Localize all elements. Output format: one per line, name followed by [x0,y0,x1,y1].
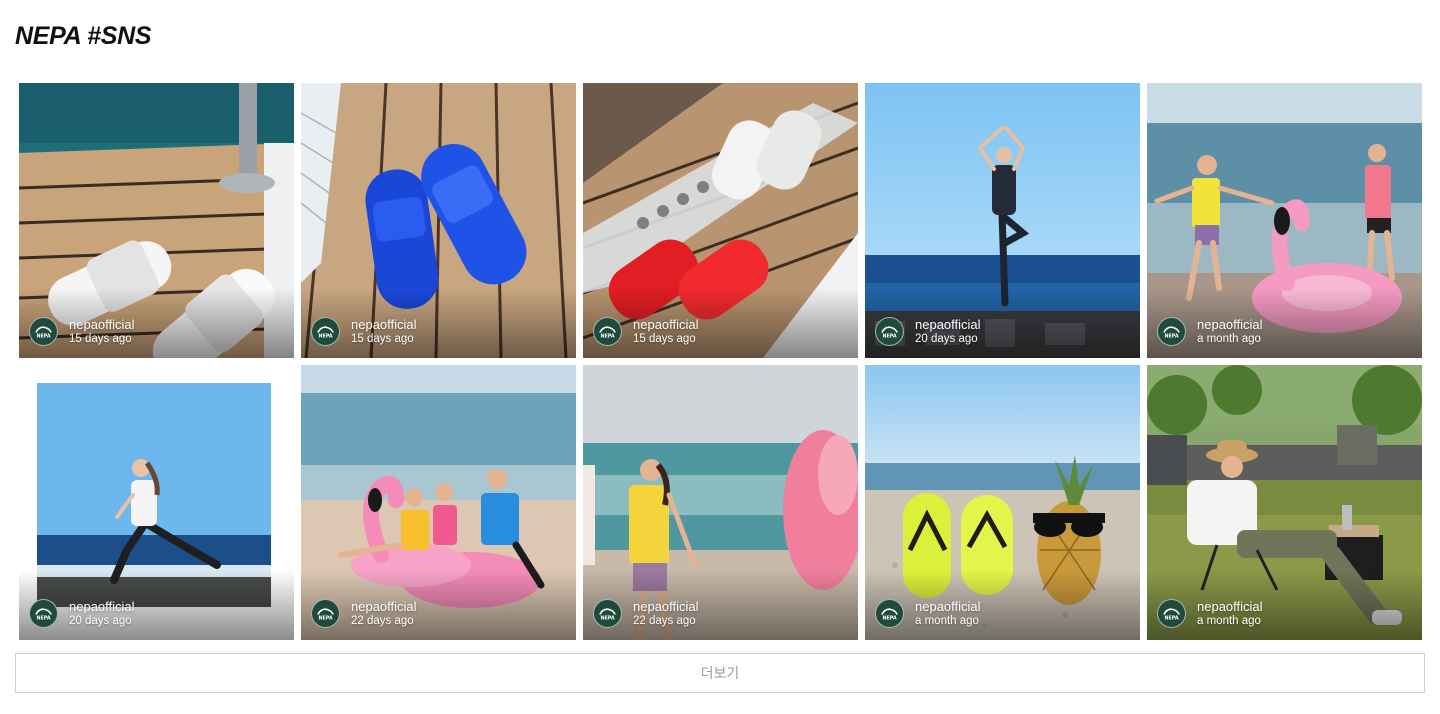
nepa-avatar: NEPA [875,317,904,346]
post-time: a month ago [1197,615,1261,627]
post-meta: NEPA nepaofficial a month ago [875,599,981,628]
sns-post-card[interactable]: NEPA nepaofficial 20 days ago [865,83,1140,358]
nepa-avatar: NEPA [1157,599,1186,628]
post-meta: NEPA nepaofficial 15 days ago [311,317,417,346]
post-meta: NEPA nepaofficial 22 days ago [311,599,417,628]
svg-text:NEPA: NEPA [1164,615,1178,621]
post-meta: NEPA nepaofficial 20 days ago [875,317,981,346]
post-username: nepaofficial [351,599,417,614]
post-username: nepaofficial [633,599,699,614]
post-time: a month ago [915,615,979,627]
post-meta: NEPA nepaofficial 20 days ago [29,599,135,628]
sns-post-card[interactable]: NEPA nepaofficial 22 days ago [583,365,858,640]
svg-text:NEPA: NEPA [318,615,332,621]
sns-post-card[interactable]: NEPA nepaofficial 20 days ago [19,365,294,640]
nepa-avatar: NEPA [29,599,58,628]
svg-text:NEPA: NEPA [1164,333,1178,339]
sns-post-card[interactable]: NEPA nepaofficial 15 days ago [19,83,294,358]
sns-post-card[interactable]: NEPA nepaofficial 15 days ago [583,83,858,358]
nepa-avatar: NEPA [593,599,622,628]
svg-text:NEPA: NEPA [36,615,50,621]
post-time: 22 days ago [351,615,414,627]
post-username: nepaofficial [633,317,699,332]
post-time: 20 days ago [915,333,978,345]
post-username: nepaofficial [1197,599,1263,614]
post-time: 15 days ago [69,333,132,345]
post-meta: NEPA nepaofficial a month ago [1157,599,1263,628]
post-username: nepaofficial [915,317,981,332]
post-meta: NEPA nepaofficial 15 days ago [593,317,699,346]
post-username: nepaofficial [351,317,417,332]
load-more-button[interactable]: 더보기 [15,653,1425,693]
post-username: nepaofficial [69,599,135,614]
sns-section: NEPA #SNS NEPA nepaofficial 15 days ago … [0,0,1440,714]
nepa-avatar: NEPA [1157,317,1186,346]
nepa-avatar: NEPA [593,317,622,346]
svg-text:NEPA: NEPA [318,333,332,339]
svg-text:NEPA: NEPA [882,615,896,621]
svg-text:NEPA: NEPA [600,333,614,339]
sns-post-card[interactable]: NEPA nepaofficial a month ago [865,365,1140,640]
post-time: 20 days ago [69,615,132,627]
nepa-avatar: NEPA [311,599,340,628]
sns-post-card[interactable]: NEPA nepaofficial a month ago [1147,365,1422,640]
svg-text:NEPA: NEPA [600,615,614,621]
svg-text:NEPA: NEPA [882,333,896,339]
post-time: 15 days ago [633,333,696,345]
nepa-avatar: NEPA [875,599,904,628]
svg-text:NEPA: NEPA [36,333,50,339]
sns-grid: NEPA nepaofficial 15 days ago NEPA nepao… [19,83,1422,640]
post-username: nepaofficial [69,317,135,332]
section-title: NEPA #SNS [15,22,152,50]
post-meta: NEPA nepaofficial 22 days ago [593,599,699,628]
nepa-avatar: NEPA [311,317,340,346]
post-time: 22 days ago [633,615,696,627]
post-time: a month ago [1197,333,1261,345]
sns-post-card[interactable]: NEPA nepaofficial 22 days ago [301,365,576,640]
post-meta: NEPA nepaofficial 15 days ago [29,317,135,346]
post-username: nepaofficial [915,599,981,614]
sns-post-card[interactable]: NEPA nepaofficial 15 days ago [301,83,576,358]
post-meta: NEPA nepaofficial a month ago [1157,317,1263,346]
nepa-avatar: NEPA [29,317,58,346]
sns-post-card[interactable]: NEPA nepaofficial a month ago [1147,83,1422,358]
post-time: 15 days ago [351,333,414,345]
post-username: nepaofficial [1197,317,1263,332]
